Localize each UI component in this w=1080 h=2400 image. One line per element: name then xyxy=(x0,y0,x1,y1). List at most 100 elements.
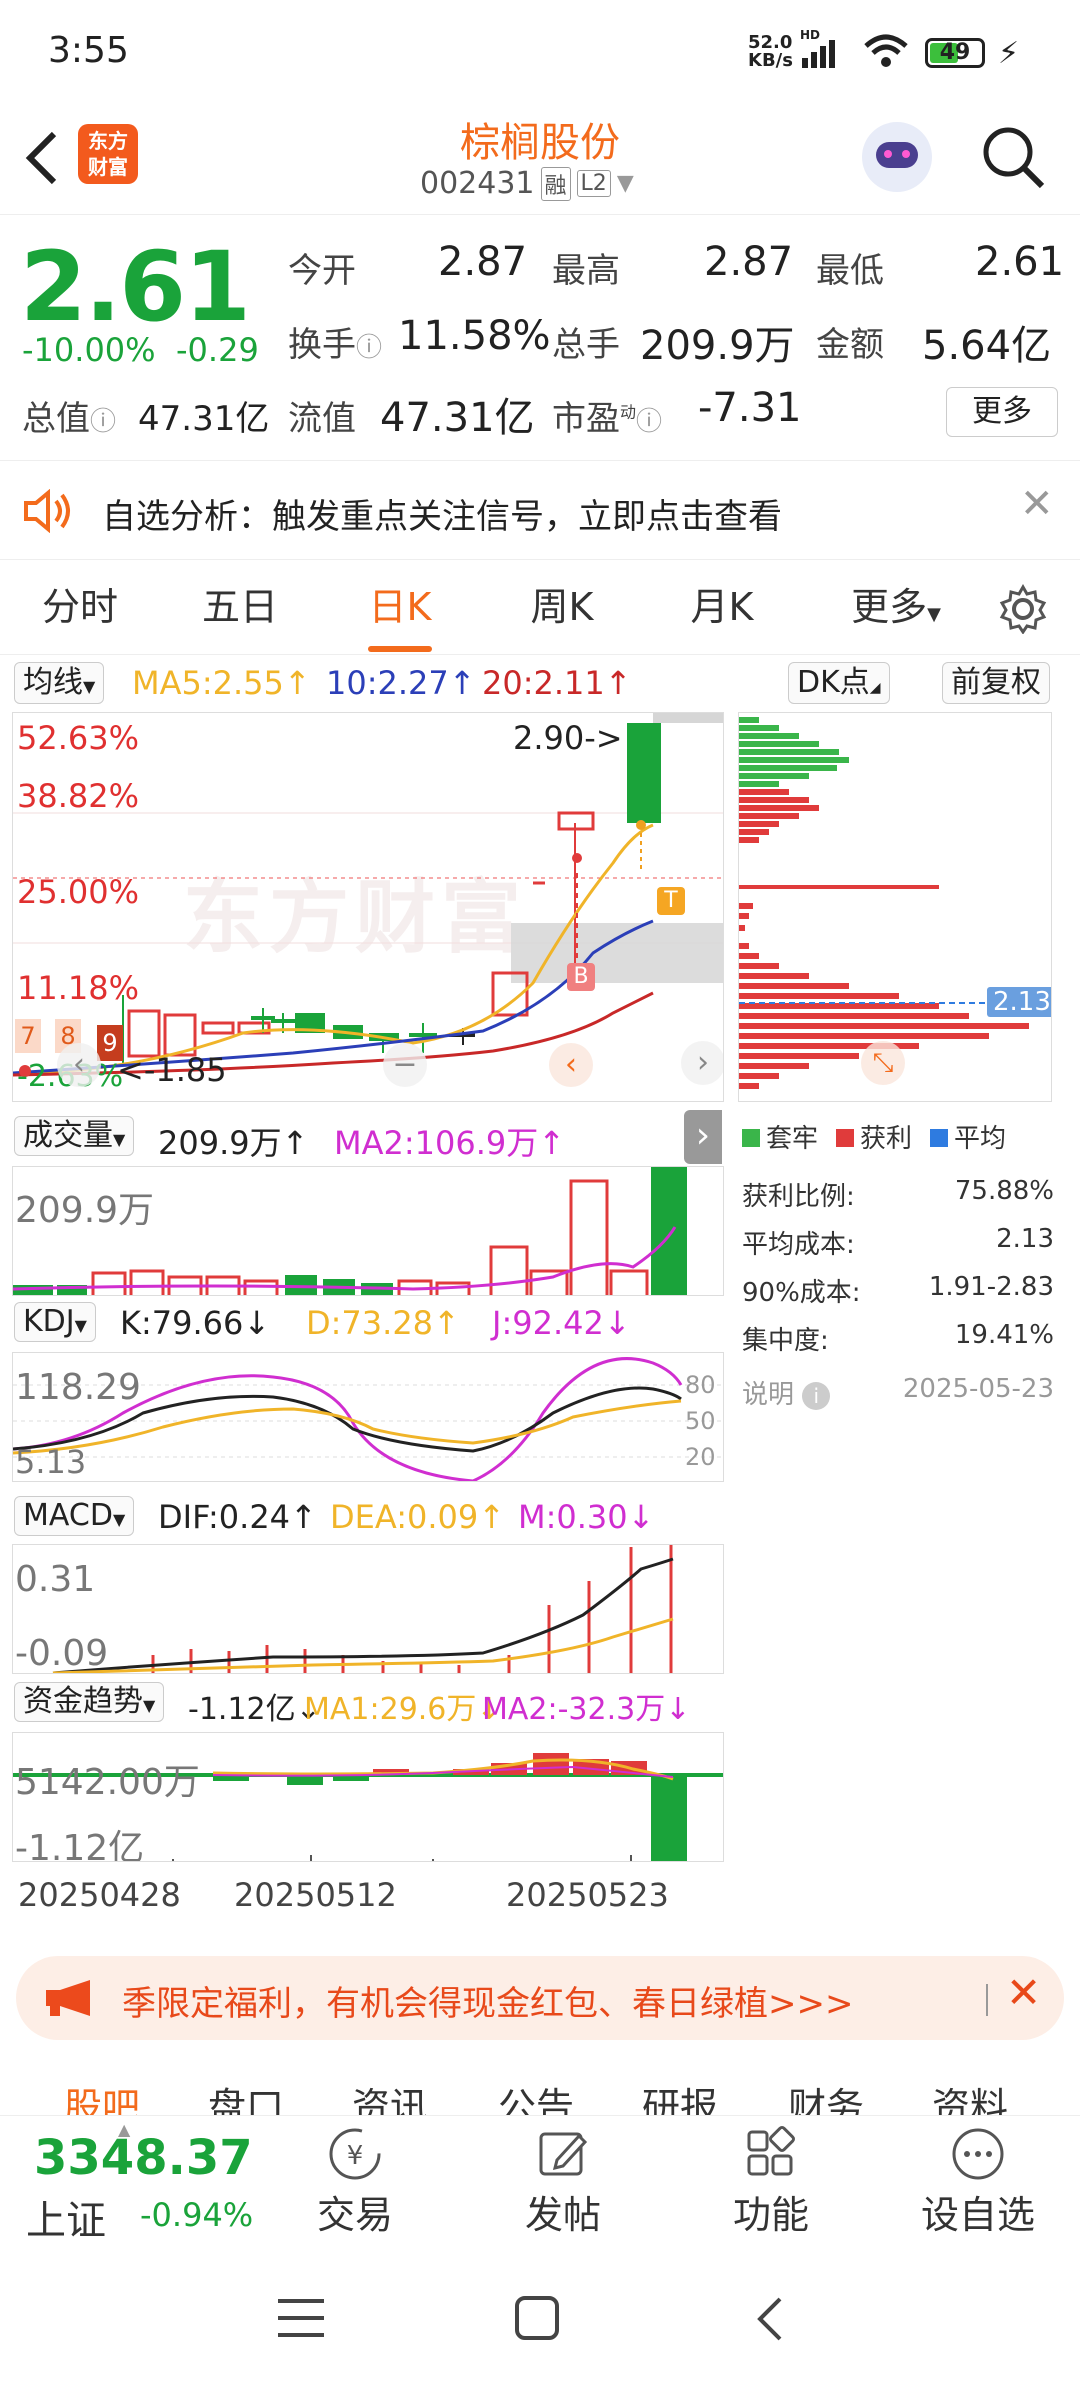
legend-average: 平均 xyxy=(930,1118,1006,1155)
change-value: -0.29 xyxy=(176,331,259,369)
stock-code-row[interactable]: 002431 融 L2 ▼ xyxy=(420,166,634,201)
volume-ma2: MA2:106.9万↑ xyxy=(334,1124,566,1162)
app-screen: 3:55 52.0 KB/s HD 49 ⚡ 东方 财富 棕榈股份 002431 融 xyxy=(0,0,1080,2400)
tab-monthly-k[interactable]: 月K xyxy=(662,560,782,655)
fund-trend-ma2: MA2:-32.3万↓ xyxy=(482,1692,691,1727)
post-button[interactable]: 发帖 xyxy=(508,2116,618,2246)
volume-selector[interactable]: 成交量▼ xyxy=(14,1116,135,1156)
charging-icon: ⚡ xyxy=(998,36,1020,71)
tab-announcements[interactable]: 公告 xyxy=(498,2076,574,2115)
open-value: 2.87 xyxy=(438,239,528,285)
divider xyxy=(986,1984,988,2016)
candle xyxy=(201,1021,235,1035)
wifi-icon xyxy=(864,34,908,67)
volume-axis-max: 209.9万 xyxy=(15,1190,155,1231)
macd-m: M:0.30↓ xyxy=(518,1498,655,1536)
chip-note-row: 说明 i 2025-05-23 xyxy=(742,1374,1054,1422)
macd-dea: DEA:0.09↑ xyxy=(330,1498,506,1536)
change-pct: -10.00% xyxy=(22,331,156,369)
bottom-nav: ▲ 3348.37 上证 -0.94% ¥ 交易 发帖 功能 设自选 xyxy=(0,2115,1080,2245)
chevron-left-icon[interactable]: ‹ xyxy=(549,1043,593,1087)
macd-chart[interactable]: 0.31 -0.09 xyxy=(12,1544,724,1674)
kdj-selector[interactable]: KDJ▼ xyxy=(14,1302,96,1342)
chevron-left-icon[interactable]: ‹ xyxy=(57,1043,101,1087)
close-icon[interactable]: ✕ xyxy=(1006,1968,1041,2017)
candle xyxy=(627,723,661,823)
grid-icon xyxy=(747,2126,795,2176)
gear-icon[interactable] xyxy=(998,584,1048,634)
kdj-level-50: 50 xyxy=(685,1407,716,1435)
index-change: -0.94% xyxy=(140,2196,254,2234)
volume-chart[interactable]: 209.9万 xyxy=(12,1166,724,1296)
zoom-out-icon[interactable]: − xyxy=(383,1043,427,1087)
tab-order-book[interactable]: 盘口 xyxy=(208,2076,284,2115)
battery-icon: 49 xyxy=(925,38,985,68)
nine-turn-9: 9 xyxy=(97,1025,123,1061)
k-line-chart[interactable]: 东方财富 52.63% 38.82% 25.00% 11.18% 2.90-> … xyxy=(12,712,724,1102)
notice-banner[interactable]: 自选分析：触发重点关注信号，立即点击查看 ✕ xyxy=(0,460,1080,560)
tab-news[interactable]: 资讯 xyxy=(352,2076,428,2115)
fund-trend-chart[interactable]: 5142.00万 -1.12亿 xyxy=(12,1732,724,1862)
kdj-j: J:92.42↓ xyxy=(492,1304,631,1342)
kdj-k: K:79.66↓ xyxy=(120,1304,271,1342)
robot-avatar-icon[interactable] xyxy=(862,122,932,192)
tab-five-day[interactable]: 五日 xyxy=(180,560,300,655)
add-watchlist-button[interactable]: 设自选 xyxy=(908,2116,1048,2246)
megaphone-icon xyxy=(46,1980,90,2016)
kdj-axis-top: 118.29 xyxy=(15,1367,141,1408)
volume-value: 209.9万 xyxy=(640,323,795,369)
adjust-selector[interactable]: 前复权 xyxy=(942,662,1050,704)
mcap-label: 总值ⓘ xyxy=(22,399,117,439)
chip-legend: 套牢 获利 平均 xyxy=(742,1118,1006,1155)
tab-forum[interactable]: 股吧 xyxy=(64,2076,140,2115)
macd-selector[interactable]: MACD▼ xyxy=(14,1496,135,1536)
buy-mark: B xyxy=(567,963,595,991)
dk-point-selector[interactable]: DK点◢ xyxy=(788,662,890,704)
function-button[interactable]: 功能 xyxy=(716,2116,826,2246)
close-icon[interactable]: ✕ xyxy=(1020,481,1054,527)
tab-more[interactable]: 更多▼ xyxy=(836,560,956,655)
tab-daily-k[interactable]: 日K xyxy=(340,560,460,655)
ma10-value: 10:2.27↑ xyxy=(326,664,476,702)
ma20-value: 20:2.11↑ xyxy=(482,664,632,702)
trade-button[interactable]: ¥ 交易 xyxy=(300,2116,410,2246)
fund-trend-selector[interactable]: 资金趋势▼ xyxy=(14,1682,165,1722)
signal-icon xyxy=(802,40,835,68)
chevron-right-icon[interactable]: › xyxy=(681,1041,723,1085)
tab-financials[interactable]: 财务 xyxy=(788,2076,864,2115)
search-icon[interactable] xyxy=(980,124,1046,190)
index-name: 上证 xyxy=(26,2198,106,2244)
back-icon[interactable] xyxy=(752,2295,786,2343)
avg-cost-tag: 2.13 xyxy=(987,987,1051,1017)
chip-distribution-chart[interactable]: 2.13 ⤡ xyxy=(738,712,1052,1102)
candle xyxy=(127,1009,161,1058)
kdj-chart[interactable]: 118.29 5.13 80 50 20 xyxy=(12,1352,724,1482)
tab-weekly-k[interactable]: 周K xyxy=(502,560,622,655)
tab-research[interactable]: 研报 xyxy=(642,2076,718,2115)
ma-selector[interactable]: 均线▼ xyxy=(14,662,105,704)
info-icon: i xyxy=(802,1382,831,1410)
high-value: 2.87 xyxy=(704,239,794,285)
macd-axis-bottom: -0.09 xyxy=(15,1633,109,1674)
promo-text: 季限定福利，有机会得现金红包、春日绿植>>> xyxy=(122,1984,854,2024)
mcap-value: 47.31亿 xyxy=(138,399,270,439)
expand-icon[interactable]: ⤡ xyxy=(861,1041,905,1085)
dif-line xyxy=(52,1557,674,1673)
active-tab-indicator xyxy=(368,646,432,652)
tab-profile[interactable]: 资料 xyxy=(932,2076,1008,2115)
chip-help[interactable]: 说明 i xyxy=(742,1374,831,1422)
tab-minute[interactable]: 分时 xyxy=(20,560,140,655)
trapped-chips xyxy=(739,717,849,787)
macd-axis-top: 0.31 xyxy=(15,1559,96,1600)
low-marker: <-1.85 xyxy=(117,1051,227,1089)
t-mark: T xyxy=(657,887,685,915)
turnover-value: 11.58% xyxy=(398,313,551,359)
promo-banner[interactable]: 季限定福利，有机会得现金红包、春日绿植>>> ✕ xyxy=(16,1956,1064,2040)
net-speed: 52.0 KB/s xyxy=(748,32,793,71)
home-icon[interactable] xyxy=(514,2295,560,2341)
pe-value: -7.31 xyxy=(698,385,802,431)
index-ticker[interactable]: ▲ 3348.37 上证 -0.94% xyxy=(0,2116,280,2246)
menu-icon[interactable] xyxy=(278,2297,324,2339)
collapse-panel-icon[interactable]: › xyxy=(684,1110,722,1164)
more-button[interactable]: 更多 xyxy=(946,387,1058,437)
